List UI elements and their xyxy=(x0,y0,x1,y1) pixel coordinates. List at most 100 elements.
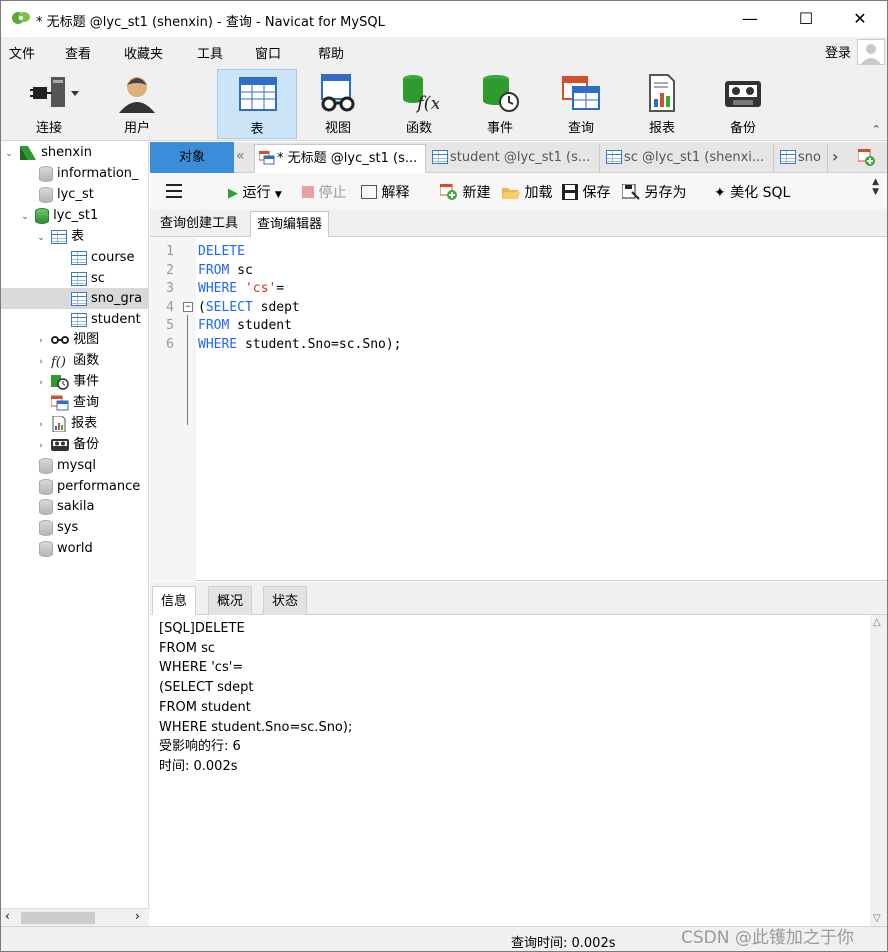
chevron-right-icon[interactable]: › xyxy=(35,352,47,373)
tree-folder-reports[interactable]: › 报表 xyxy=(35,413,97,434)
tree-label: 查询 xyxy=(73,395,100,410)
toolbar-query-button[interactable]: 查询 xyxy=(541,69,621,139)
scroll-up-icon[interactable]: △ xyxy=(873,617,881,628)
message-pane-vertical-scrollbar[interactable]: △ ▽ xyxy=(870,615,887,926)
tree-table-course[interactable]: course xyxy=(71,247,134,268)
new-tab-icon[interactable] xyxy=(858,149,876,167)
minimize-button[interactable]: — xyxy=(727,1,773,37)
new-query-button[interactable]: 新建 xyxy=(440,182,490,202)
toolbar-table-button[interactable]: 表 xyxy=(217,69,297,139)
toolbar-user-button[interactable]: 用户 xyxy=(97,69,177,139)
code-line[interactable]: 1 DELETE xyxy=(150,243,887,261)
tree-folder-backups[interactable]: › 备份 xyxy=(35,434,99,455)
code-line[interactable]: 4− (SELECT sdept xyxy=(150,299,887,317)
scroll-left-icon[interactable]: ‹ xyxy=(5,909,10,923)
run-button[interactable]: ▶ 运行 ▼ xyxy=(228,182,282,202)
chevron-down-icon[interactable]: ▼ xyxy=(275,190,282,200)
menu-favorites[interactable]: 收藏夹 xyxy=(124,43,163,62)
sql-editor[interactable]: 1 DELETE 2 FROM sc 3 WHERE 'cs'= 4− (SELECT sde… xyxy=(150,238,887,581)
maximize-button[interactable]: ☐ xyxy=(783,1,829,37)
explain-label: 解释 xyxy=(381,185,410,201)
chevron-right-icon[interactable]: › xyxy=(35,436,47,457)
message-line: [SQL]DELETE xyxy=(159,621,245,636)
chevron-right-icon[interactable]: › xyxy=(35,331,47,352)
tab-objects[interactable]: 对象 xyxy=(150,142,234,173)
tree-db-lyc-st1[interactable]: ⌄ lyc_st1 xyxy=(19,205,98,226)
tree-horizontal-scrollbar[interactable]: ‹ › xyxy=(1,908,149,926)
tree-folder-tables[interactable]: ⌄ 表 xyxy=(35,226,84,247)
toolbar-event-label: 事件 xyxy=(486,121,513,136)
chevron-down-icon[interactable]: ⌄ xyxy=(35,228,47,249)
menu-window[interactable]: 窗口 xyxy=(255,43,281,62)
tree-folder-functions[interactable]: › f() 函数 xyxy=(35,350,99,371)
tab-query-editor[interactable]: 查询编辑器 xyxy=(250,211,330,237)
code-line[interactable]: 3 WHERE 'cs'= xyxy=(150,280,887,298)
stop-icon xyxy=(302,186,314,198)
tab-sno[interactable]: sno xyxy=(776,144,828,173)
code-line[interactable]: 2 FROM sc xyxy=(150,262,887,280)
sql-token: = xyxy=(276,281,285,296)
tree-table-sc[interactable]: sc xyxy=(71,268,105,289)
chevron-up-icon[interactable]: ⌃ xyxy=(872,123,881,136)
tree-db-world[interactable]: world xyxy=(39,538,93,559)
explain-button[interactable]: 解释 xyxy=(361,182,409,202)
menu-help[interactable]: 帮助 xyxy=(318,43,344,62)
glasses-icon xyxy=(321,74,355,112)
tree-folder-queries[interactable]: 查询 xyxy=(51,392,99,413)
tab-status[interactable]: 状态 xyxy=(263,586,308,615)
tab-student[interactable]: student @lyc_st1 (s... xyxy=(428,144,600,173)
tabs-scroll-right-icon[interactable]: › xyxy=(832,147,838,166)
chevron-right-icon[interactable]: › xyxy=(35,415,47,436)
tree-table-student[interactable]: student xyxy=(71,309,141,330)
login-link[interactable]: 登录 xyxy=(825,42,851,61)
chevron-down-icon[interactable] xyxy=(71,91,79,97)
hamburger-menu-icon[interactable] xyxy=(166,184,182,198)
tabs-scroll-left-icon[interactable]: « xyxy=(236,148,245,164)
tab-info[interactable]: 信息 xyxy=(152,586,197,615)
scrollbar-thumb[interactable] xyxy=(21,912,95,924)
tab-untitled-query[interactable]: * 无标题 @lyc_st1 (s... xyxy=(254,144,426,173)
load-button[interactable]: 加载 xyxy=(502,182,552,202)
tab-query-builder[interactable]: 查询创建工具 xyxy=(154,211,244,237)
tab-sc[interactable]: sc @lyc_st1 (shenxi... xyxy=(602,144,774,173)
avatar[interactable] xyxy=(857,39,885,65)
table-icon xyxy=(239,77,277,111)
tree-db-sakila[interactable]: sakila xyxy=(39,496,94,517)
tree-db-lyc-st[interactable]: lyc_st xyxy=(39,184,94,205)
stop-button[interactable]: 停止 xyxy=(302,182,346,202)
tree-db-mysql[interactable]: mysql xyxy=(39,455,96,476)
toolbar-event-button[interactable]: 事件 xyxy=(460,69,540,139)
chevron-right-icon[interactable]: › xyxy=(35,373,47,394)
toolbar-view-button[interactable]: 视图 xyxy=(298,69,378,139)
toolbar-connect-button[interactable]: 连接 xyxy=(9,69,89,139)
chevron-down-icon[interactable]: ⌄ xyxy=(3,144,15,165)
toolbar-report-button[interactable]: 报表 xyxy=(622,69,702,139)
close-button[interactable]: ✕ xyxy=(837,1,883,37)
tree-db-sys[interactable]: sys xyxy=(39,517,78,538)
query-toolbar: ▶ 运行 ▼ 停止 解释 新建 加载 保存 另存为 ✦ 美化 SQL ▲ ▼ xyxy=(150,173,887,209)
tree-table-sno-gra[interactable]: sno_gra xyxy=(1,288,148,309)
save-as-button[interactable]: 另存为 xyxy=(622,182,686,202)
toolbar-overflow-icon[interactable]: ▲ ▼ xyxy=(872,177,879,197)
code-line[interactable]: 5 FROM student xyxy=(150,317,887,335)
tree-connection-shenxin[interactable]: ⌄ shenxin xyxy=(3,142,92,163)
tree-db-information-schema[interactable]: information_ xyxy=(39,163,139,184)
scroll-down-icon[interactable]: ▽ xyxy=(873,913,881,924)
menu-file[interactable]: 文件 xyxy=(9,43,35,62)
run-label: 运行 xyxy=(242,185,271,201)
tree-folder-events[interactable]: › 事件 xyxy=(35,371,99,392)
tree-db-performance-schema[interactable]: performance xyxy=(39,476,140,497)
save-button[interactable]: 保存 xyxy=(562,182,610,202)
chevron-down-icon[interactable]: ⌄ xyxy=(19,207,31,228)
svg-text:f(): f() xyxy=(51,355,66,369)
tree-folder-views[interactable]: › 视图 xyxy=(35,329,99,350)
toolbar-backup-button[interactable]: 备份 xyxy=(703,69,783,139)
tab-profile[interactable]: 概况 xyxy=(208,586,253,615)
menu-view[interactable]: 查看 xyxy=(65,43,91,62)
scroll-right-icon[interactable]: › xyxy=(135,909,140,923)
menu-tools[interactable]: 工具 xyxy=(197,43,223,62)
fold-toggle-icon[interactable]: − xyxy=(183,301,193,312)
beautify-sql-button[interactable]: ✦ 美化 SQL xyxy=(714,182,790,202)
toolbar-function-button[interactable]: f(x) 函数 xyxy=(379,69,459,139)
code-line[interactable]: 6 WHERE student.Sno=sc.Sno); xyxy=(150,336,887,354)
